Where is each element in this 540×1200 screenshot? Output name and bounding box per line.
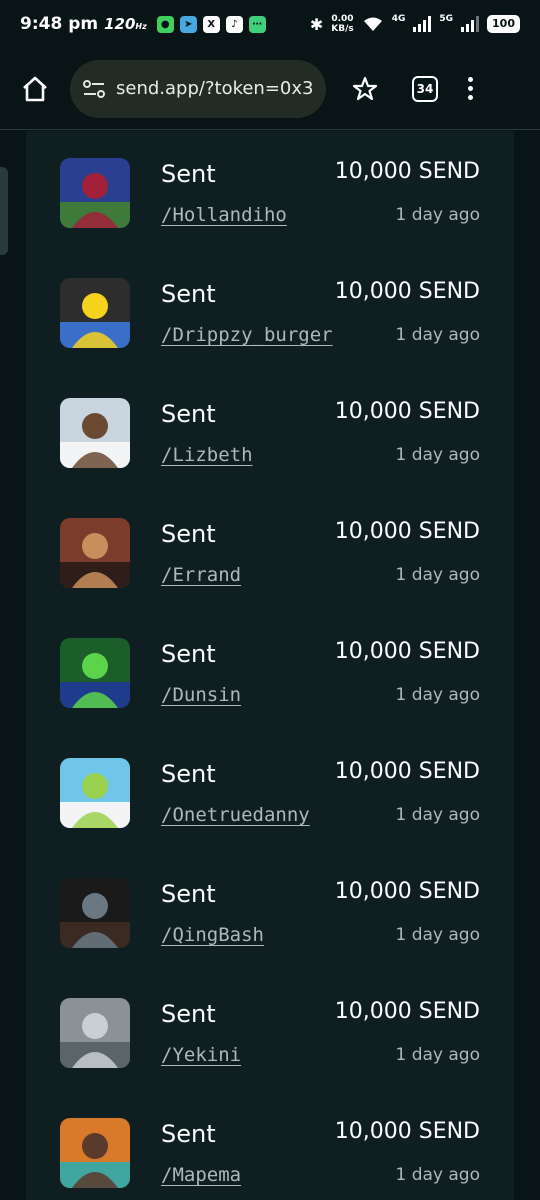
- home-button[interactable]: [18, 72, 52, 106]
- user-link[interactable]: /QingBash: [161, 924, 264, 946]
- user-link[interactable]: /Onetruedanny: [161, 804, 310, 826]
- activity-amount: 10,000 SEND: [334, 759, 480, 784]
- activity-time: 1 day ago: [395, 325, 480, 345]
- refresh-rate: 120Hz: [104, 15, 147, 33]
- activity-item[interactable]: Sent 10,000 SEND/Dunsin 1 day ago: [60, 638, 480, 710]
- avatar[interactable]: [60, 518, 130, 588]
- tiktok-icon: ♪: [225, 15, 243, 33]
- wifi-icon: [363, 17, 382, 31]
- activity-amount: 10,000 SEND: [334, 639, 480, 664]
- activity-item[interactable]: Sent 10,000 SEND/Drippzy_burger 1 day ago: [60, 278, 480, 350]
- network-4g: 4G: [391, 14, 406, 24]
- activity-type: Sent: [161, 880, 216, 908]
- activity-item[interactable]: Sent 10,000 SEND/QingBash 1 day ago: [60, 878, 480, 950]
- telegram-icon: ➤: [179, 15, 197, 33]
- activity-type: Sent: [161, 520, 216, 548]
- dot-icon: [468, 95, 473, 100]
- menu-button[interactable]: [468, 77, 473, 100]
- net-speed: 0.00 KB/s: [331, 14, 354, 34]
- avatar[interactable]: [60, 998, 130, 1068]
- user-link[interactable]: /Yekini: [161, 1044, 241, 1066]
- activity-item[interactable]: Sent 10,000 SEND/Lizbeth 1 day ago: [60, 398, 480, 470]
- activity-amount: 10,000 SEND: [334, 519, 480, 544]
- activity-time: 1 day ago: [395, 925, 480, 945]
- status-time: 9:48 pm: [20, 14, 99, 34]
- user-link[interactable]: /Mapema: [161, 1164, 241, 1186]
- user-link[interactable]: /Drippzy_burger: [161, 324, 333, 346]
- activity-type: Sent: [161, 760, 216, 788]
- network-5g: 5G: [439, 14, 454, 24]
- whatsapp-icon: ●: [156, 15, 174, 33]
- user-link[interactable]: /Lizbeth: [161, 444, 253, 466]
- page-content[interactable]: Sent 10,000 SEND/Hollandiho 1 day ago Sent 1…: [0, 131, 540, 1200]
- activity-type: Sent: [161, 1120, 216, 1148]
- activity-time: 1 day ago: [395, 565, 480, 585]
- activity-amount: 10,000 SEND: [334, 279, 480, 304]
- user-link[interactable]: /Errand: [161, 564, 241, 586]
- avatar[interactable]: [60, 278, 130, 348]
- activity-amount: 10,000 SEND: [334, 999, 480, 1024]
- status-bar: 9:48 pm 120Hz ● ➤ X ♪ ⋯ ✱ 0.00 KB/s 4G 5G…: [0, 0, 540, 48]
- activity-amount: 10,000 SEND: [334, 1119, 480, 1144]
- signal-icon: [413, 16, 432, 32]
- avatar[interactable]: [60, 878, 130, 948]
- chat-icon: ⋯: [248, 15, 266, 33]
- activity-type: Sent: [161, 280, 216, 308]
- activity-amount: 10,000 SEND: [334, 159, 480, 184]
- url-text[interactable]: send.app/?token=0x3: [116, 78, 313, 99]
- activity-time: 1 day ago: [395, 805, 480, 825]
- star-icon: [352, 76, 378, 100]
- activity-item[interactable]: Sent 10,000 SEND/Onetruedanny 1 day ago: [60, 758, 480, 830]
- activity-item[interactable]: Sent 10,000 SEND/Errand 1 day ago: [60, 518, 480, 590]
- activity-list: Sent 10,000 SEND/Hollandiho 1 day ago Sent 1…: [26, 131, 514, 1200]
- activity-amount: 10,000 SEND: [334, 879, 480, 904]
- bookmark-button[interactable]: [350, 74, 380, 104]
- user-link[interactable]: /Hollandiho: [161, 204, 287, 226]
- avatar[interactable]: [60, 158, 130, 228]
- dot-icon: [468, 77, 473, 82]
- activity-type: Sent: [161, 1000, 216, 1028]
- activity-time: 1 day ago: [395, 1165, 480, 1185]
- bluetooth-icon: ✱: [309, 14, 324, 34]
- activity-item[interactable]: Sent 10,000 SEND/Hollandiho 1 day ago: [60, 158, 480, 230]
- dot-icon: [468, 86, 473, 91]
- activity-time: 1 day ago: [395, 685, 480, 705]
- activity-item[interactable]: Sent 10,000 SEND/Yekini 1 day ago: [60, 998, 480, 1070]
- browser-toolbar: send.app/?token=0x3 34: [0, 48, 540, 130]
- avatar[interactable]: [60, 398, 130, 468]
- activity-type: Sent: [161, 640, 216, 668]
- x-icon: X: [202, 15, 220, 33]
- activity-time: 1 day ago: [395, 1045, 480, 1065]
- tabs-button[interactable]: 34: [412, 75, 438, 102]
- activity-type: Sent: [161, 400, 216, 428]
- avatar[interactable]: [60, 758, 130, 828]
- user-link[interactable]: /Dunsin: [161, 684, 241, 706]
- activity-time: 1 day ago: [395, 445, 480, 465]
- avatar[interactable]: [60, 638, 130, 708]
- activity-time: 1 day ago: [395, 205, 480, 225]
- battery-icon: 100: [487, 15, 520, 33]
- site-settings-icon[interactable]: [82, 79, 106, 99]
- activity-type: Sent: [161, 160, 216, 188]
- home-icon: [23, 76, 47, 101]
- signal-icon-2: [461, 16, 480, 32]
- avatar[interactable]: [60, 1118, 130, 1188]
- activity-item[interactable]: Sent 10,000 SEND/Mapema 1 day ago: [60, 1118, 480, 1190]
- side-drawer-handle[interactable]: [0, 167, 8, 255]
- activity-amount: 10,000 SEND: [334, 399, 480, 424]
- address-bar[interactable]: send.app/?token=0x3: [70, 59, 326, 118]
